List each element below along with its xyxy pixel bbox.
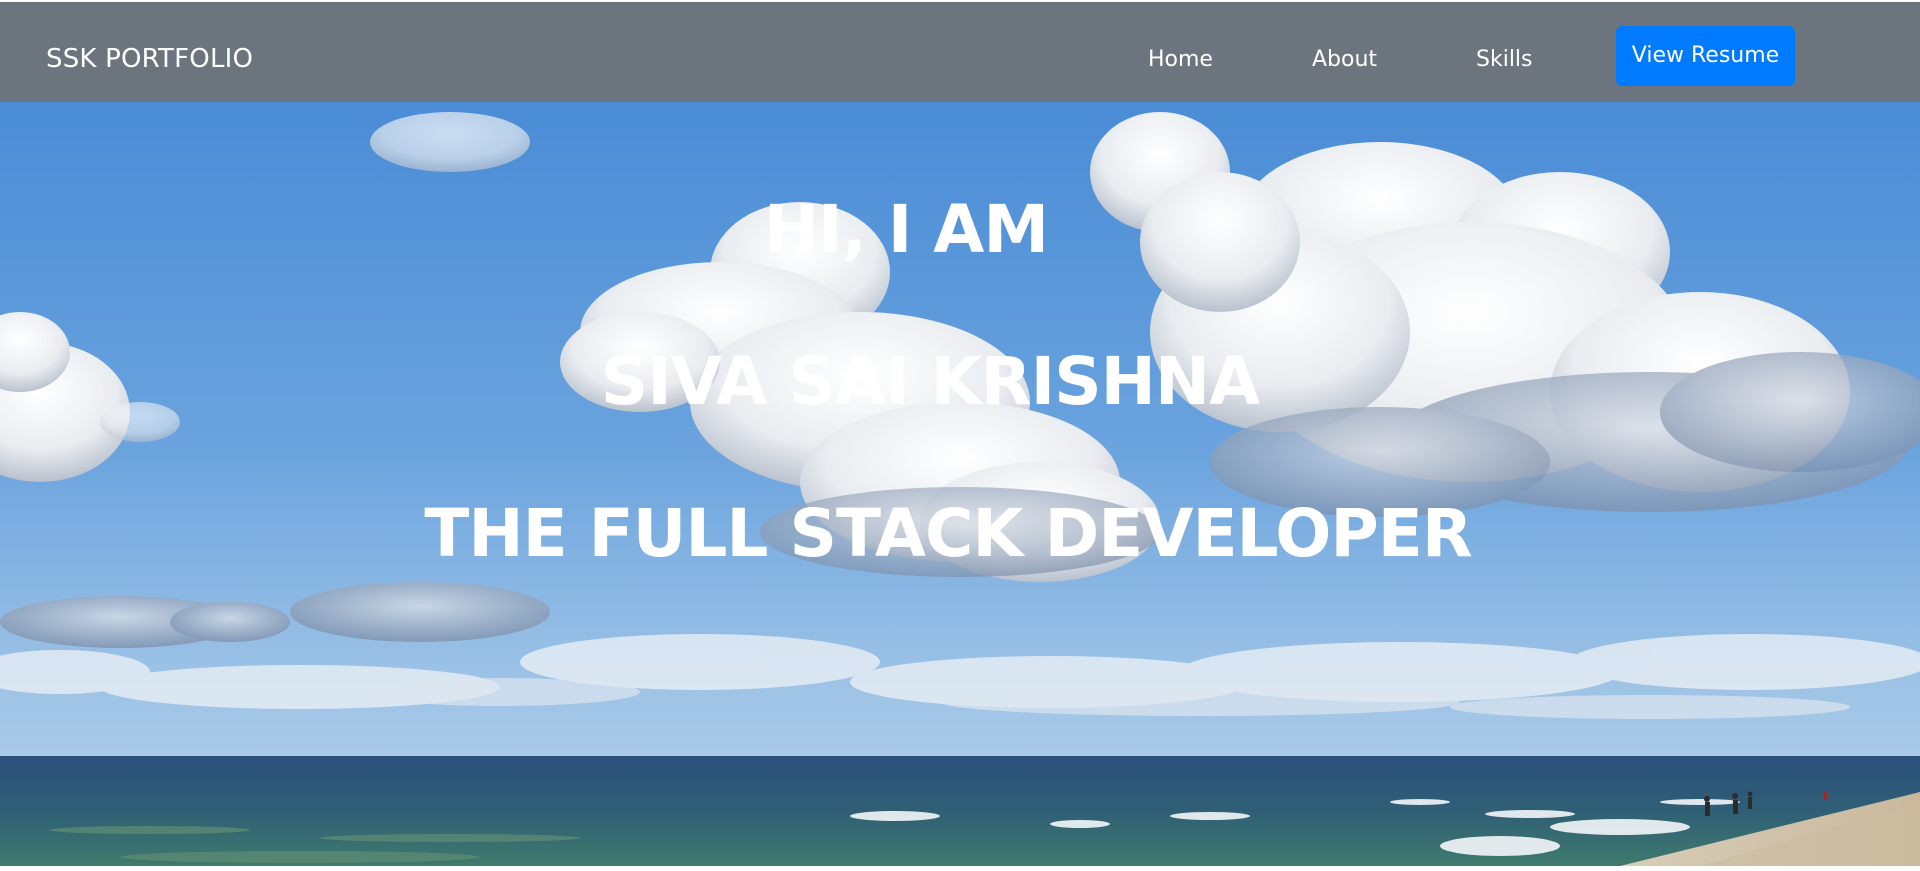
brand-link[interactable]: SSK PORTFOLIO (46, 44, 253, 74)
page: SSK PORTFOLIO Home About Skills View Res… (0, 0, 1920, 871)
nav-link-skills[interactable]: Skills (1476, 47, 1533, 73)
nav-link-home[interactable]: Home (1148, 47, 1213, 73)
nav-link-about[interactable]: About (1312, 47, 1377, 73)
hero-greeting: HI, I AM (763, 191, 1049, 268)
view-resume-button[interactable]: View Resume (1616, 26, 1795, 86)
navbar: SSK PORTFOLIO Home About Skills View Res… (0, 2, 1920, 102)
hero-section: HI, I AM SIVA SAI KRISHNA THE FULL STACK… (0, 102, 1920, 866)
page-bottom-edge (0, 866, 1920, 871)
hero-title: THE FULL STACK DEVELOPER (424, 495, 1472, 572)
hero-name: SIVA SAI KRISHNA (600, 343, 1261, 420)
